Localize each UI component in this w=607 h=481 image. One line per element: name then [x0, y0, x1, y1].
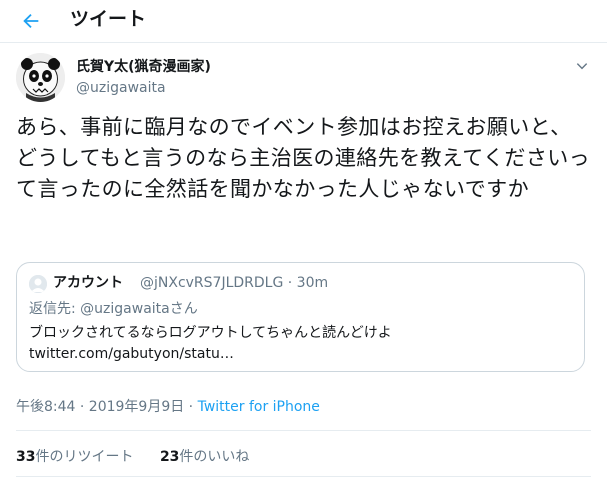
- tweet-header: ツイート: [0, 0, 607, 43]
- display-name[interactable]: 氏賀Y太(猟奇漫画家): [76, 58, 211, 76]
- quoted-tweet[interactable]: アカウント @jNXcvRS7JLDRDLG · 30m 返信先: @uziga…: [16, 262, 585, 372]
- chevron-down-icon[interactable]: [573, 57, 591, 75]
- quote-reply-to: 返信先: @uzigawaitaさん: [29, 300, 198, 318]
- page-title: ツイート: [70, 8, 147, 30]
- reply-mention[interactable]: @uzigawaita: [80, 301, 170, 317]
- quote-avatar: [29, 275, 47, 293]
- quote-display-name: アカウント: [53, 275, 123, 291]
- retweets-stat[interactable]: 33件のリツイート: [16, 449, 133, 465]
- reply-prefix: 返信先:: [29, 301, 81, 317]
- tweet-meta: 午後8:44 · 2019年9月9日 · Twitter for iPhone: [16, 398, 320, 416]
- likes-stat[interactable]: 23件のいいね: [160, 449, 249, 465]
- divider: [16, 430, 591, 431]
- quote-handle: @jNXcvRS7JLDRDLG · 30m: [140, 275, 329, 291]
- tweet-stats: 33件のリツイート 23件のいいね: [16, 448, 271, 466]
- arrow-left-icon[interactable]: [16, 6, 46, 36]
- likes-count: 23: [159, 449, 180, 465]
- retweets-count: 33: [16, 449, 36, 465]
- divider: [16, 476, 591, 477]
- avatar[interactable]: [16, 53, 65, 102]
- user-handle[interactable]: @uzigawaita: [76, 79, 166, 97]
- likes-label: 件のいいね: [179, 449, 250, 465]
- tweet-author: 氏賀Y太(猟奇漫画家) @uzigawaita: [16, 53, 591, 103]
- retweets-label: 件のリツイート: [35, 449, 134, 465]
- tweet-source-link[interactable]: Twitter for iPhone: [198, 399, 320, 415]
- tweet-timestamp[interactable]: 午後8:44 · 2019年9月9日 ·: [16, 399, 198, 415]
- reply-suffix: さん: [169, 301, 198, 317]
- tweet-text: あら、事前に臨月なのでイベント参加はお控えお願いと、どうしてもと言うのなら主治医…: [16, 115, 591, 201]
- quote-text: ブロックされてるならログアウトしてちゃんと読んどけよtwitter.com/ga…: [29, 325, 392, 362]
